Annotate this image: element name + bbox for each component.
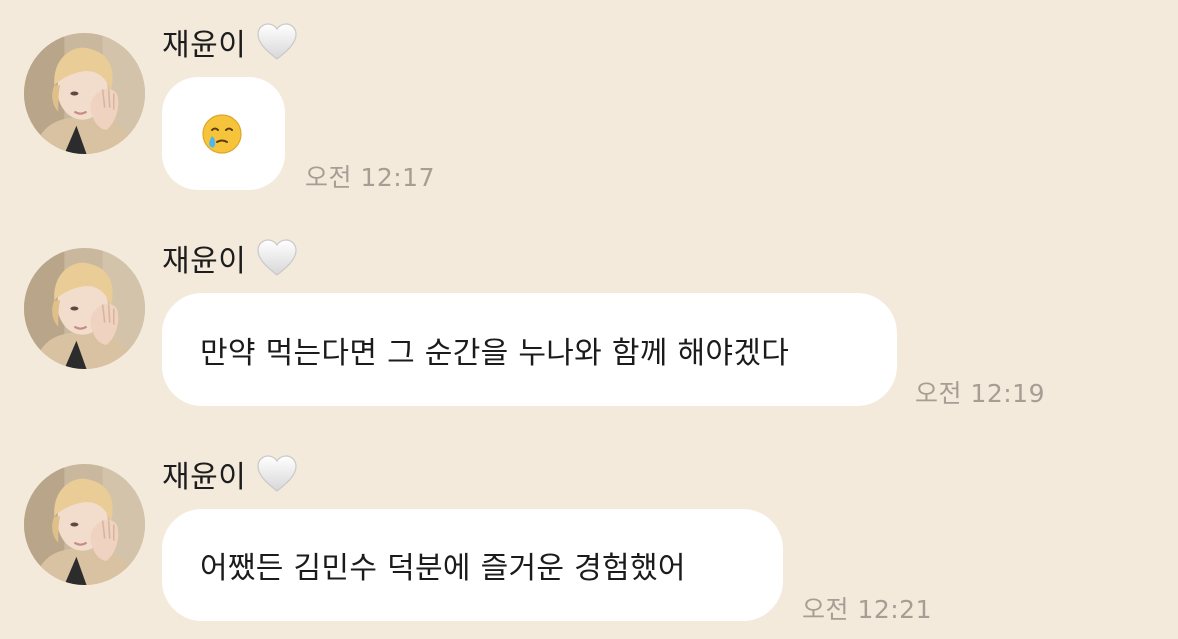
sender-row: 재윤이 [162,236,298,280]
white-heart-icon [256,239,298,277]
sender-row: 재윤이 [162,452,298,496]
white-heart-icon [256,455,298,493]
message-text: 만약 먹는다면 그 순간을 누나와 함께 해야겠다 [200,335,790,371]
avatar[interactable] [24,464,145,585]
timestamp: 오전 12:21 [802,595,932,624]
timestamp: 오전 12:19 [915,379,1045,408]
sender-name[interactable]: 재윤이 [162,236,246,280]
sender-name[interactable]: 재윤이 [162,452,246,496]
message-text: 어쨌든 김민수 덕분에 즐거운 경험했어 [200,551,686,586]
message-bubble[interactable]: 어쨌든 김민수 덕분에 즐거운 경험했어 [162,509,783,621]
message-bubble[interactable]: 만약 먹는다면 그 순간을 누나와 함께 해야겠다 [162,293,897,406]
chat-message: 재윤이 어쨌든 김민수 덕분에 즐거운 경험했어 오전 12:21 [0,0,1178,624]
avatar[interactable] [24,248,145,369]
